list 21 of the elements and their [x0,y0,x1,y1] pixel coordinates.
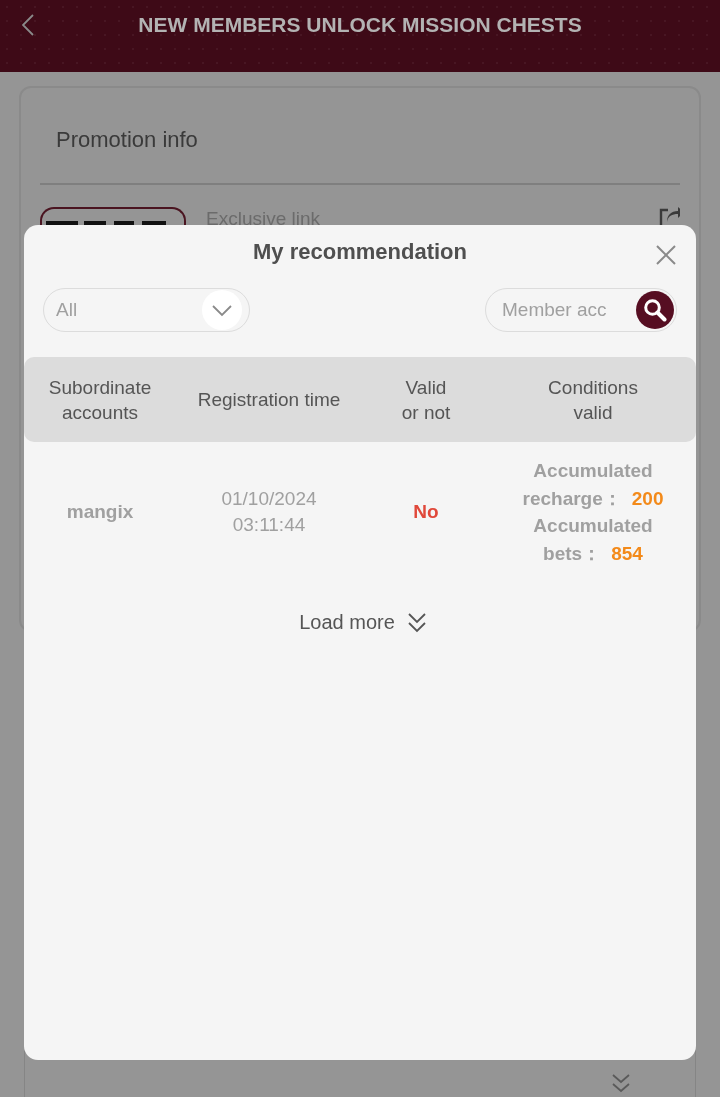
condition-text: Accumulated bets： 854 [532,514,654,566]
logo-button[interactable] [40,207,186,225]
column-header: Subordinate accounts [47,375,153,425]
search-icon [643,298,667,322]
dialog-title: My recommendation [253,238,467,266]
close-icon[interactable] [656,245,676,265]
validity-status: No [413,501,439,523]
chevrons-down-icon [406,611,427,633]
account-name: mangix [66,501,134,523]
load-more-button[interactable]: Load more [293,602,427,642]
share-icon[interactable] [658,207,680,225]
section-title: Promotion info [55,125,199,154]
condition-text: Accumulated recharge： 200 [521,459,665,511]
column-header: Valid or not [400,375,452,425]
registration-time: 01/10/2024 03:11:44 [220,487,318,537]
column-header: Registration time [197,388,341,412]
chevron-down-icon [202,290,242,330]
page-title: NEW MEMBERS UNLOCK MISSION CHESTS [138,12,582,38]
column-header: Conditions valid [547,375,639,425]
logo-icon [46,221,166,225]
back-icon[interactable] [22,14,34,36]
